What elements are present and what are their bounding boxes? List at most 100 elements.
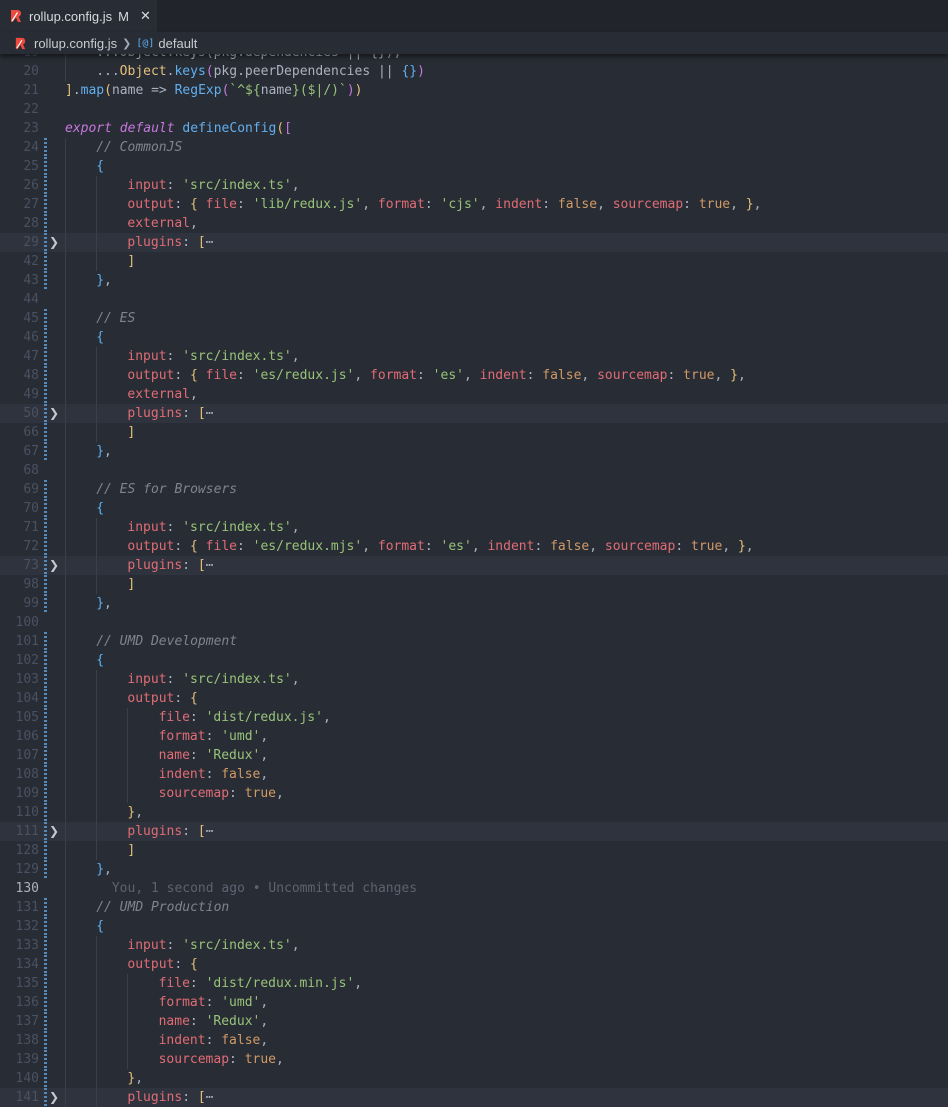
git-change-marker[interactable]	[44, 784, 47, 803]
git-change-marker[interactable]	[44, 689, 47, 708]
git-change-marker[interactable]	[44, 423, 47, 442]
fold-chevron-icon[interactable]: ❯	[49, 1088, 59, 1107]
code-line[interactable]: 20 ...Object.keys(pkg.peerDependencies ||…	[0, 62, 948, 81]
code-line[interactable]: 98]	[0, 575, 948, 594]
git-change-marker[interactable]	[44, 670, 47, 689]
code-line[interactable]: 136 format: 'umd',	[0, 993, 948, 1012]
code-line[interactable]: 72 output: { file: 'es/redux.mjs', format…	[0, 537, 948, 556]
breadcrumb-symbol[interactable]: default	[158, 36, 197, 51]
git-change-marker[interactable]	[44, 328, 47, 347]
git-change-marker[interactable]	[44, 917, 47, 936]
code-line[interactable]: 134 output: {	[0, 955, 948, 974]
git-change-marker[interactable]	[44, 233, 47, 252]
code-line[interactable]: 105 file: 'dist/redux.js',	[0, 708, 948, 727]
git-change-marker[interactable]	[44, 651, 47, 670]
fold-chevron-icon[interactable]: ❯	[49, 822, 59, 841]
folded-code-line[interactable]: 50 ❯ plugins: [⋯	[0, 404, 948, 423]
code-line[interactable]: 130 You, 1 second ago • Uncommitted chan…	[0, 879, 948, 898]
code-line[interactable]: 23 export default defineConfig([	[0, 119, 948, 138]
folded-code-line[interactable]: 73 ❯ plugins: [⋯	[0, 556, 948, 575]
code-line[interactable]: 129},	[0, 860, 948, 879]
git-change-marker[interactable]	[44, 252, 47, 271]
code-line[interactable]: 103 input: 'src/index.ts',	[0, 670, 948, 689]
git-change-marker[interactable]	[44, 385, 47, 404]
code-line[interactable]: 46 {	[0, 328, 948, 347]
code-line[interactable]: 133 input: 'src/index.ts',	[0, 936, 948, 955]
code-line[interactable]: 19 ...Object.keys(pkg.dependencies || {})…	[0, 54, 948, 62]
git-change-marker[interactable]	[44, 537, 47, 556]
git-change-marker[interactable]	[44, 898, 47, 917]
code-line[interactable]: 131 // UMD Production	[0, 898, 948, 917]
git-change-marker[interactable]	[44, 632, 47, 651]
git-change-marker[interactable]	[44, 575, 47, 594]
fold-chevron-icon[interactable]: ❯	[49, 556, 59, 575]
code-line[interactable]: 128]	[0, 841, 948, 860]
code-line[interactable]: 47 input: 'src/index.ts',	[0, 347, 948, 366]
git-change-marker[interactable]	[44, 518, 47, 537]
code-line[interactable]: 43},	[0, 271, 948, 290]
git-change-marker[interactable]	[44, 1031, 47, 1050]
code-line[interactable]: 66]	[0, 423, 948, 442]
code-line[interactable]: 44	[0, 290, 948, 309]
fold-chevron-icon[interactable]: ❯	[49, 404, 59, 423]
code-line[interactable]: 21].map(name => RegExp(`^${name}($|/)`))	[0, 81, 948, 100]
code-line[interactable]: 45 // ES	[0, 309, 948, 328]
folded-code-line[interactable]: 29 ❯ plugins: [⋯	[0, 233, 948, 252]
folded-code-line[interactable]: 111 ❯ plugins: [⋯	[0, 822, 948, 841]
code-line[interactable]: 49 external,	[0, 385, 948, 404]
code-line[interactable]: 71 input: 'src/index.ts',	[0, 518, 948, 537]
code-line[interactable]: 48 output: { file: 'es/redux.js', format:…	[0, 366, 948, 385]
git-change-marker[interactable]	[44, 366, 47, 385]
git-change-marker[interactable]	[44, 1069, 47, 1088]
code-line[interactable]: 107 name: 'Redux',	[0, 746, 948, 765]
git-change-marker[interactable]	[44, 556, 47, 575]
git-change-marker[interactable]	[44, 442, 47, 461]
code-line[interactable]: 70 {	[0, 499, 948, 518]
git-change-marker[interactable]	[44, 727, 47, 746]
code-line[interactable]: 27 output: { file: 'lib/redux.js', format…	[0, 195, 948, 214]
code-line[interactable]: 104 output: {	[0, 689, 948, 708]
folded-code-line[interactable]: 141 ❯ plugins: [⋯	[0, 1088, 948, 1107]
code-line[interactable]: 22	[0, 100, 948, 119]
git-change-marker[interactable]	[44, 157, 47, 176]
breadcrumb-file[interactable]: rollup.config.js	[34, 36, 117, 51]
git-change-marker[interactable]	[44, 955, 47, 974]
code-line[interactable]: 69 // ES for Browsers	[0, 480, 948, 499]
git-change-marker[interactable]	[44, 594, 47, 613]
git-change-marker[interactable]	[44, 974, 47, 993]
git-change-marker[interactable]	[44, 1050, 47, 1069]
code-line[interactable]: 26 input: 'src/index.ts',	[0, 176, 948, 195]
code-line[interactable]: 101 // UMD Development	[0, 632, 948, 651]
code-line[interactable]: 106 format: 'umd',	[0, 727, 948, 746]
code-line[interactable]: 138 indent: false,	[0, 1031, 948, 1050]
git-change-marker[interactable]	[44, 708, 47, 727]
git-change-marker[interactable]	[44, 860, 47, 879]
code-line[interactable]: 108 indent: false,	[0, 765, 948, 784]
git-change-marker[interactable]	[44, 841, 47, 860]
git-change-marker[interactable]	[44, 822, 47, 841]
git-change-marker[interactable]	[44, 214, 47, 233]
git-change-marker[interactable]	[44, 993, 47, 1012]
git-change-marker[interactable]	[44, 347, 47, 366]
code-line[interactable]: 109 sourcemap: true,	[0, 784, 948, 803]
git-change-marker[interactable]	[44, 404, 47, 423]
git-change-marker[interactable]	[44, 1088, 47, 1107]
git-change-marker[interactable]	[44, 803, 47, 822]
tab-rollup-config[interactable]: rollup.config.js M ✕	[0, 0, 157, 32]
code-line[interactable]: 42]	[0, 252, 948, 271]
code-line[interactable]: 25 {	[0, 157, 948, 176]
git-change-marker[interactable]	[44, 1012, 47, 1031]
code-line[interactable]: 139 sourcemap: true,	[0, 1050, 948, 1069]
git-change-marker[interactable]	[44, 138, 47, 157]
code-line[interactable]: 110},	[0, 803, 948, 822]
git-change-marker[interactable]	[44, 480, 47, 499]
git-change-marker[interactable]	[44, 765, 47, 784]
git-change-marker[interactable]	[44, 746, 47, 765]
code-line[interactable]: 100	[0, 613, 948, 632]
git-change-marker[interactable]	[44, 936, 47, 955]
code-line[interactable]: 99},	[0, 594, 948, 613]
git-change-marker[interactable]	[44, 309, 47, 328]
code-editor[interactable]: 19 ...Object.keys(pkg.dependencies || {})…	[0, 54, 948, 1107]
close-icon[interactable]: ✕	[140, 9, 151, 24]
code-line[interactable]: 24 // CommonJS	[0, 138, 948, 157]
